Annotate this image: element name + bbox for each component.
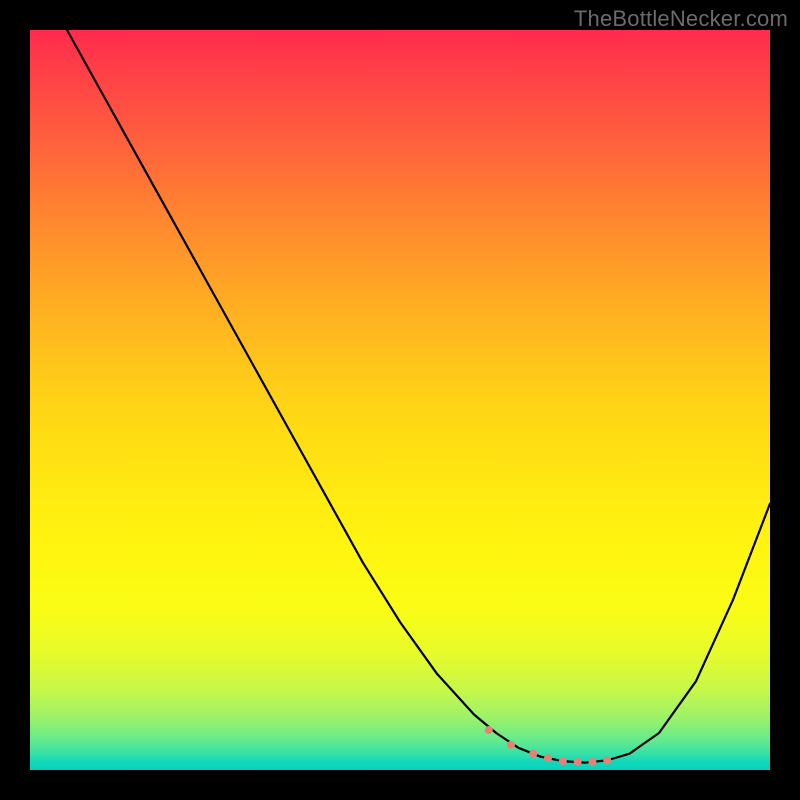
highlight-marker [544,754,552,762]
highlight-marker [559,757,567,765]
highlight-markers [485,726,611,766]
highlight-marker [603,756,611,764]
chart-svg [30,30,770,770]
chart-canvas: TheBottleNecker.com [0,0,800,800]
highlight-marker [529,750,537,758]
highlight-marker [485,726,493,734]
highlight-marker [574,758,582,766]
bottleneck-curve [67,30,770,763]
highlight-marker [507,741,515,749]
watermark-text: TheBottleNecker.com [574,6,788,32]
plot-area [30,30,770,770]
highlight-marker [588,758,596,766]
